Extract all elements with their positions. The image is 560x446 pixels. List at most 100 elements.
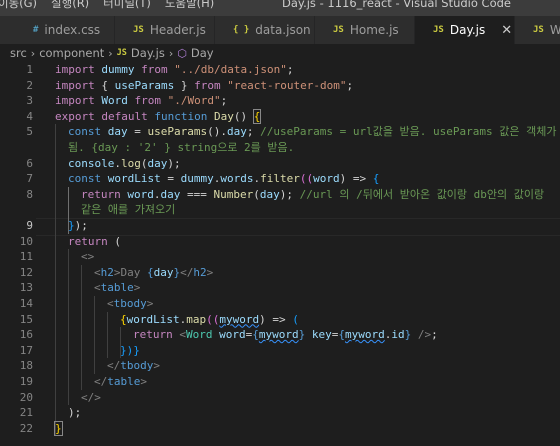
line-number: 22: [19, 421, 33, 435]
menu-go[interactable]: 이동(G): [0, 0, 37, 12]
line-number: 10: [19, 234, 33, 248]
code-text: <tbody>: [107, 297, 154, 310]
line-number: 6: [26, 156, 33, 170]
tab-data-json[interactable]: { } data.json: [215, 16, 315, 44]
code-text: <>: [81, 250, 95, 264]
code-line-wrapped: 같은 애를 가져오기: [0, 202, 560, 218]
tab-index-css[interactable]: # index.css: [0, 16, 115, 44]
code-line: 11 <>: [0, 249, 560, 265]
code-line: 18 </tbody>: [0, 358, 560, 374]
line-number: 8: [26, 187, 33, 201]
code-text: return word.day === Number(day); //url 의…: [81, 187, 545, 201]
code-line: 3 import Word from "./Word";: [0, 93, 560, 109]
code-text: import { useParams } from "react-router-…: [55, 78, 354, 92]
breadcrumb-item-component[interactable]: component: [39, 46, 104, 60]
symbol-function-icon: ⬡: [177, 46, 187, 60]
breadcrumb-item-src[interactable]: src: [10, 46, 27, 60]
tab-label: Wo: [549, 23, 560, 37]
line-number: 7: [26, 172, 33, 186]
code-line: 20 </>: [0, 390, 560, 406]
menu-run[interactable]: 실행(R): [51, 0, 89, 12]
line-number: 20: [19, 390, 33, 404]
code-line: 4 export default function Day() {: [0, 108, 560, 125]
code-text: </table>: [94, 375, 147, 388]
menu-bar: 이동(G) 실행(R) 터미널(T) 도움말(H): [0, 0, 228, 12]
line-number: 21: [19, 406, 33, 420]
chevron-right-icon: ›: [108, 46, 113, 60]
code-line: 15 {wordList.map((myword) => (: [0, 312, 560, 328]
line-number: 2: [26, 78, 33, 92]
code-text: return (: [68, 234, 121, 248]
line-number: 19: [19, 375, 33, 388]
code-line: 5 const day = useParams().day; //usePara…: [0, 124, 560, 140]
code-text: const wordList = dummy.words.filter((wor…: [68, 172, 380, 186]
code-line: 13 <table>: [0, 280, 560, 296]
title-bar: 이동(G) 실행(R) 터미널(T) 도움말(H) Day.js - 1116_…: [0, 0, 560, 16]
line-number: 14: [19, 297, 33, 310]
code-editor[interactable]: 1 import dummy from "../db/data.json"; 2…: [0, 62, 560, 446]
code-text: </tbody>: [107, 359, 160, 373]
tab-day-js[interactable]: JS Day.js ✕: [415, 16, 515, 44]
chevron-right-icon: ›: [168, 46, 174, 60]
line-number: 3: [26, 94, 33, 108]
window-title: Day.js - 1116_react - Visual Studio Code: [282, 0, 511, 10]
code-text: 같은 애를 가져오기: [81, 203, 176, 217]
tab-label: Day.js: [449, 23, 486, 37]
line-number: 4: [26, 109, 33, 123]
code-line: 10 return (: [0, 234, 560, 250]
tab-label: Home.js: [349, 23, 399, 37]
code-line: 12 <h2>Day {day}</h2>: [0, 265, 560, 281]
code-line: 8 return word.day === Number(day); //url…: [0, 187, 560, 203]
line-number: 11: [19, 250, 33, 264]
code-line: 16 return <Word word={myword} key={mywor…: [0, 327, 560, 343]
code-text: })}: [120, 343, 140, 357]
code-text: const day = useParams().day; //useParams…: [68, 125, 557, 139]
line-number: 17: [19, 343, 33, 357]
line-number: 9: [26, 219, 33, 232]
tab-label: Header.js: [149, 23, 206, 37]
code-line: 2 import { useParams } from "react-route…: [0, 78, 560, 94]
chevron-right-icon: ›: [30, 46, 36, 60]
line-number: 15: [19, 312, 33, 326]
breadcrumb-item-symbol[interactable]: Day: [191, 46, 214, 60]
tab-home-js[interactable]: JS Home.js: [315, 16, 415, 44]
code-line-wrapped: 됨. {day : '2' } string으로 2를 받음.: [0, 140, 560, 156]
code-text: 됨. {day : '2' } string으로 2를 받음.: [68, 141, 295, 154]
code-line: 17 })}: [0, 343, 560, 359]
code-line: 14 <tbody>: [0, 296, 560, 312]
code-text: </>: [81, 390, 101, 404]
code-text: <table>: [94, 281, 141, 295]
tab-header-js[interactable]: JS Header.js: [115, 16, 215, 44]
code-text: import dummy from "../db/data.json";: [55, 63, 294, 76]
code-text: );: [68, 406, 82, 420]
code-line: 22 }: [0, 420, 560, 437]
code-text: }: [54, 420, 63, 436]
code-line: 1 import dummy from "../db/data.json";: [0, 62, 560, 78]
code-line: 21 );: [0, 405, 560, 421]
breadcrumb-item-file[interactable]: Day.js: [131, 46, 165, 60]
code-text: {wordList.map((myword) => (: [120, 312, 299, 326]
json-file-icon: { }: [233, 25, 250, 35]
line-number: 18: [19, 359, 33, 373]
css-file-icon: #: [33, 25, 39, 35]
js-file-icon: JS: [433, 25, 444, 35]
menu-terminal[interactable]: 터미널(T): [103, 0, 151, 12]
editor-tab-bar: # index.css JS Header.js { } data.json J…: [0, 16, 560, 44]
js-file-icon: JS: [533, 25, 544, 35]
code-line: 19 </table>: [0, 374, 560, 390]
menu-help[interactable]: 도움말(H): [165, 0, 214, 12]
code-line: 6 console.log(day);: [0, 156, 560, 172]
tab-label: data.json: [255, 23, 311, 37]
line-number: 16: [19, 328, 33, 342]
line-number: 5: [26, 125, 33, 139]
code-text: });: [68, 219, 88, 232]
js-file-icon: JS: [333, 25, 344, 35]
code-line: 9 });: [0, 218, 560, 234]
close-icon[interactable]: ✕: [501, 23, 512, 38]
line-number: 13: [19, 281, 33, 295]
code-text: return <Word word={myword} key={myword.i…: [133, 328, 438, 342]
tab-word-js[interactable]: JS Wo: [515, 16, 560, 44]
js-file-icon: JS: [133, 25, 144, 35]
code-text: import Word from "./Word";: [55, 94, 228, 108]
tab-label: index.css: [44, 23, 101, 37]
